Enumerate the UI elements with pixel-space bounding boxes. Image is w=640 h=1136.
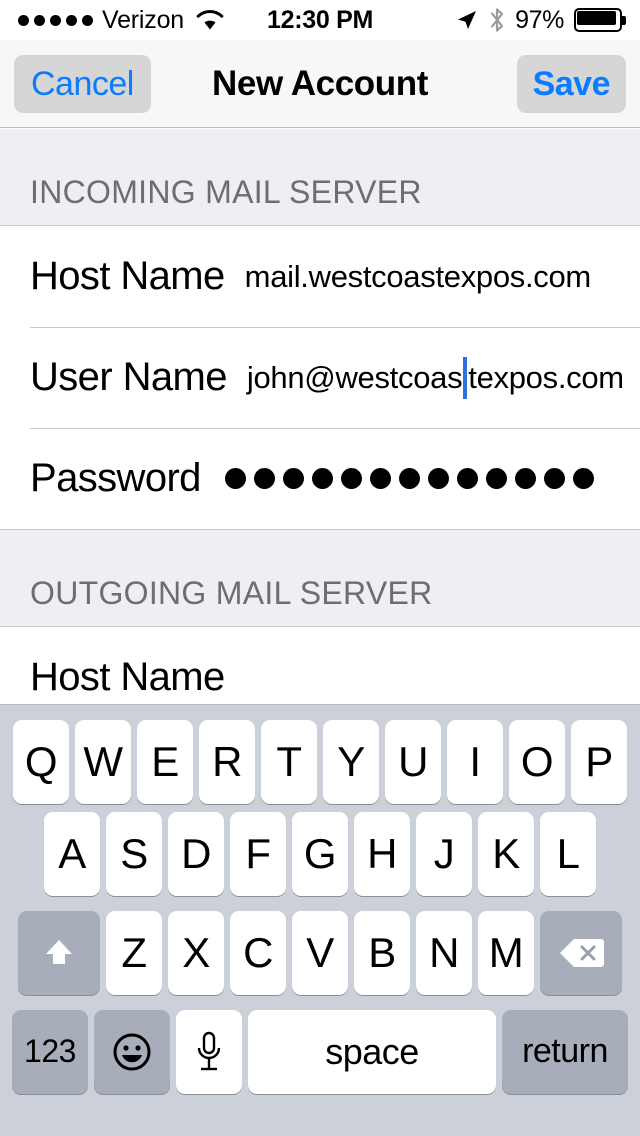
dictation-key[interactable] <box>176 1009 242 1094</box>
key-h[interactable]: H <box>354 811 410 896</box>
key-q[interactable]: Q <box>13 719 69 804</box>
password-input[interactable] <box>224 468 594 489</box>
incoming-mail-server-rows: Host Name mail.westcoastexpos.com User N… <box>0 225 640 530</box>
keyboard-row-qwerty: Q W E R T Y U I O P <box>0 705 640 804</box>
key-t[interactable]: T <box>261 719 317 804</box>
key-s[interactable]: S <box>106 811 162 896</box>
settings-form: INCOMING MAIL SERVER Host Name mail.west… <box>0 129 640 704</box>
outgoing-host-name-label: Host Name <box>30 655 225 699</box>
host-name-label: Host Name <box>30 254 225 298</box>
keyboard-row-bottom: 123 space return <box>0 1002 640 1101</box>
row-outgoing-host-name[interactable]: Host Name <box>0 627 640 704</box>
outgoing-mail-server-rows: Host Name <box>0 626 640 704</box>
user-name-input[interactable]: john@westcoas texpos.com <box>246 356 624 399</box>
backspace-key[interactable] <box>540 910 622 995</box>
iphone-screen: Verizon 12:30 PM 97% New Account Cancel … <box>0 0 640 1136</box>
section-header-incoming: INCOMING MAIL SERVER <box>0 129 640 225</box>
emoji-smiley-icon <box>109 1029 155 1075</box>
key-m[interactable]: M <box>478 910 534 995</box>
user-name-label: User Name <box>30 355 227 399</box>
key-a[interactable]: A <box>44 811 100 896</box>
status-bar: Verizon 12:30 PM 97% <box>0 0 640 40</box>
key-o[interactable]: O <box>509 719 565 804</box>
battery-percentage: 97% <box>515 5 564 34</box>
return-key[interactable]: return <box>502 1009 628 1094</box>
key-r[interactable]: R <box>199 719 255 804</box>
key-u[interactable]: U <box>385 719 441 804</box>
microphone-icon <box>194 1029 224 1075</box>
row-incoming-host-name[interactable]: Host Name mail.westcoastexpos.com <box>0 226 640 327</box>
backspace-icon <box>558 936 604 970</box>
key-c[interactable]: C <box>230 910 286 995</box>
shift-arrow-icon <box>39 933 79 973</box>
location-arrow-icon <box>455 8 479 32</box>
key-f[interactable]: F <box>230 811 286 896</box>
row-incoming-password[interactable]: Password <box>0 428 640 529</box>
status-bar-right: 97% <box>455 0 626 40</box>
save-button[interactable]: Save <box>516 55 626 113</box>
key-x[interactable]: X <box>168 910 224 995</box>
shift-key[interactable] <box>18 910 100 995</box>
onscreen-keyboard: Q W E R T Y U I O P A S D F G H J K L Z … <box>0 704 640 1136</box>
key-b[interactable]: B <box>354 910 410 995</box>
keyboard-row-zxcv: Z X C V B N M <box>0 903 640 1002</box>
navigation-bar: New Account Cancel Save <box>0 40 640 128</box>
key-w[interactable]: W <box>75 719 131 804</box>
user-name-text-before-caret: john@westcoas <box>246 359 463 395</box>
password-label: Password <box>30 456 201 500</box>
key-y[interactable]: Y <box>323 719 379 804</box>
key-d[interactable]: D <box>168 811 224 896</box>
cancel-button[interactable]: Cancel <box>14 55 151 113</box>
emoji-key[interactable] <box>94 1009 170 1094</box>
keyboard-row-asdf: A S D F G H J K L <box>0 804 640 903</box>
key-j[interactable]: J <box>416 811 472 896</box>
key-k[interactable]: K <box>478 811 534 896</box>
row-incoming-user-name[interactable]: User Name john@westcoas texpos.com <box>0 327 640 428</box>
key-e[interactable]: E <box>137 719 193 804</box>
key-i[interactable]: I <box>447 719 503 804</box>
user-name-text-after-caret: texpos.com <box>468 359 624 395</box>
key-n[interactable]: N <box>416 910 472 995</box>
section-header-outgoing: OUTGOING MAIL SERVER <box>0 530 640 626</box>
host-name-input[interactable]: mail.westcoastexpos.com <box>245 259 592 295</box>
numbers-key[interactable]: 123 <box>12 1009 88 1094</box>
key-z[interactable]: Z <box>106 910 162 995</box>
bluetooth-icon <box>489 7 505 33</box>
battery-icon <box>574 8 626 32</box>
key-g[interactable]: G <box>292 811 348 896</box>
key-v[interactable]: V <box>292 910 348 995</box>
key-l[interactable]: L <box>540 811 596 896</box>
space-key[interactable]: space <box>248 1009 496 1094</box>
key-p[interactable]: P <box>571 719 627 804</box>
text-cursor <box>463 356 468 399</box>
